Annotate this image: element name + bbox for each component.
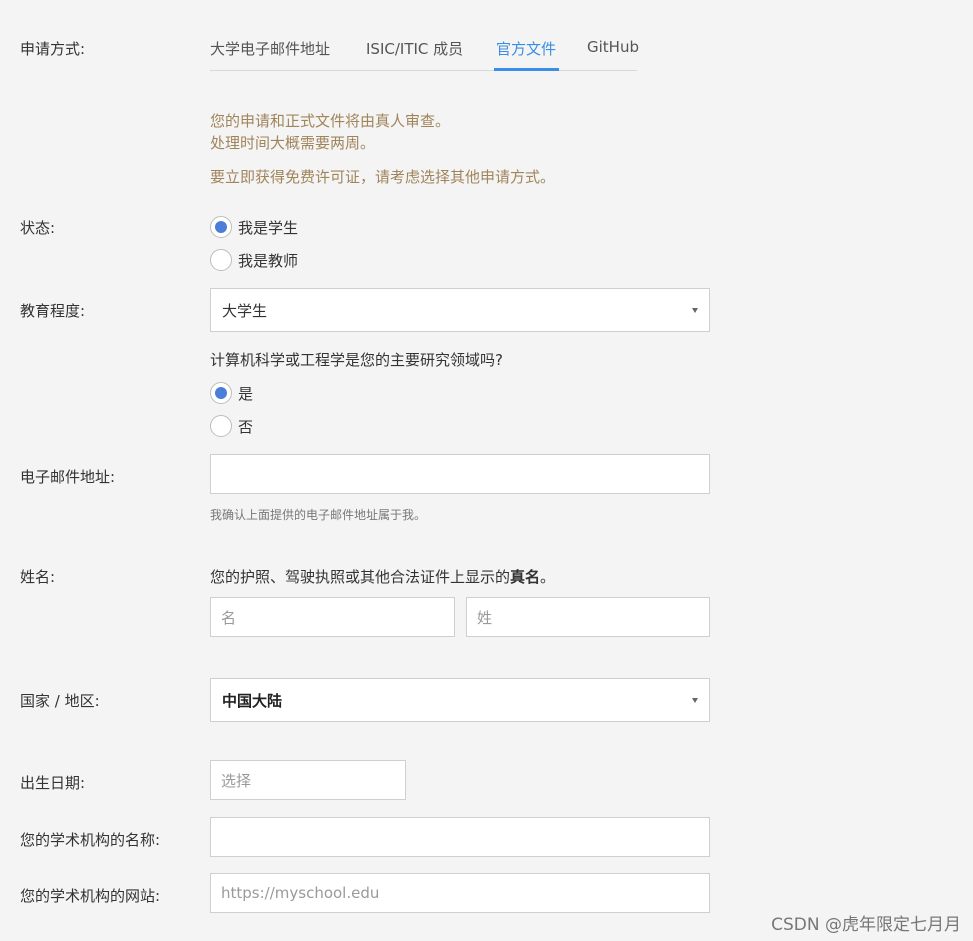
radio-circle [210,382,232,404]
radio-cs-yes[interactable]: 是 [210,381,253,405]
alternative-method-notice: 要立即获得免费许可证，请考虑选择其他申请方式。 [210,168,556,186]
review-notice-line1: 您的申请和正式文件将由真人审查。 [210,112,451,130]
radio-student[interactable]: 我是学生 [210,215,298,239]
label-institution-site: 您的学术机构的网站: [20,887,161,905]
radio-cs-yes-label: 是 [238,384,254,403]
email-field[interactable] [210,454,710,494]
name-hint-prefix: 您的护照、驾驶执照或其他合法证件上显示的 [210,568,511,586]
watermark: CSDN @虎年限定七月月 [771,915,961,935]
tab-university-email[interactable]: 大学电子邮件地址 [210,38,330,59]
institution-name-field[interactable] [210,817,710,857]
radio-cs-no[interactable]: 否 [210,414,253,438]
label-institution-name: 您的学术机构的名称: [20,831,161,849]
country-value: 中国大陆 [222,691,283,710]
active-tab-indicator [494,68,559,71]
birthday-picker[interactable]: 选择 [210,760,406,800]
label-status: 状态: [20,219,56,237]
name-hint: 您的护照、驾驶执照或其他合法证件上显示的真名。 [210,566,555,587]
label-email: 电子邮件地址: [20,468,116,486]
name-hint-suffix: 。 [540,568,556,586]
chevron-down-icon [692,307,698,313]
first-name-field[interactable]: 名 [210,597,455,637]
label-name: 姓名: [20,568,56,586]
tab-official-documents[interactable]: 官方文件 [496,38,556,59]
application-method-tabs: 大学电子邮件地址 ISIC/ITIC 成员 官方文件 GitHub [210,30,639,71]
institution-website-field[interactable]: https://myschool.edu [210,873,710,913]
tab-github[interactable]: GitHub [587,38,639,56]
radio-student-label: 我是学生 [238,218,299,237]
education-select[interactable]: 大学生 [210,288,710,332]
radio-teacher-label: 我是教师 [238,251,299,270]
name-hint-bold: 真名 [510,568,541,586]
chevron-down-icon [692,697,698,703]
tab-isic-itic[interactable]: ISIC/ITIC 成员 [366,38,463,59]
country-select[interactable]: 中国大陆 [210,678,710,722]
radio-cs-no-label: 否 [238,417,254,436]
label-country: 国家 / 地区: [20,692,100,710]
radio-circle [210,249,232,271]
label-application-method: 申请方式: [20,40,86,58]
email-confirm-hint: 我确认上面提供的电子邮件地址属于我。 [210,508,427,522]
cs-question: 计算机科学或工程学是您的主要研究领域吗? [210,351,503,369]
review-notice-line2: 处理时间大概需要两周。 [210,134,376,152]
label-education: 教育程度: [20,302,86,320]
radio-circle [210,415,232,437]
last-name-field[interactable]: 姓 [466,597,710,637]
education-value: 大学生 [222,301,268,320]
radio-teacher[interactable]: 我是教师 [210,248,298,272]
label-birthday: 出生日期: [20,774,86,792]
radio-circle [210,216,232,238]
